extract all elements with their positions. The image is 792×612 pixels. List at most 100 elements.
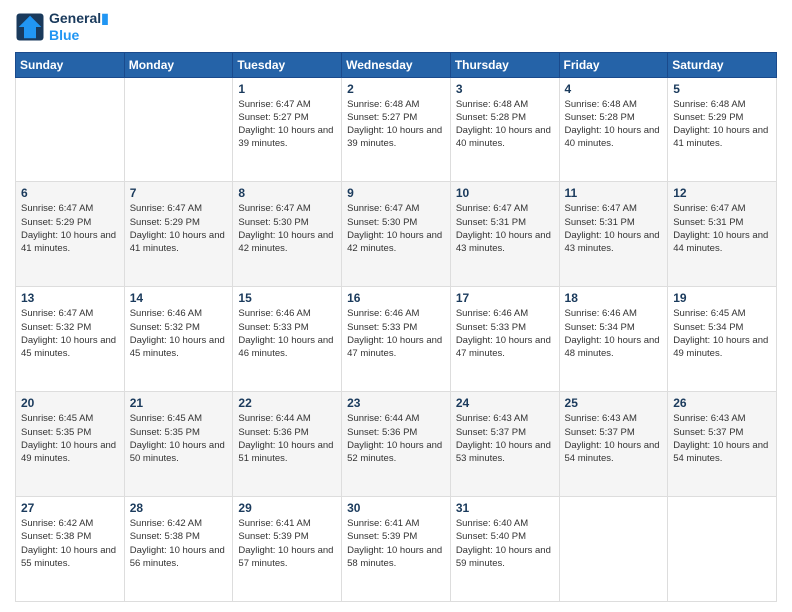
day-info: Sunrise: 6:47 AM Sunset: 5:31 PM Dayligh…	[456, 202, 554, 255]
day-info: Sunrise: 6:45 AM Sunset: 5:35 PM Dayligh…	[21, 412, 119, 465]
calendar-cell: 25Sunrise: 6:43 AM Sunset: 5:37 PM Dayli…	[559, 392, 668, 497]
calendar-cell: 5 Sunrise: 6:48 AM Sunset: 5:29 PM Daylig…	[668, 77, 777, 182]
day-info: Sunrise: 6:47 AM Sunset: 5:31 PM Dayligh…	[673, 202, 771, 255]
day-number: 7	[130, 186, 228, 200]
day-number: 5	[673, 82, 771, 96]
day-number: 4	[565, 82, 663, 96]
calendar-cell: 23Sunrise: 6:44 AM Sunset: 5:36 PM Dayli…	[342, 392, 451, 497]
day-info: Sunrise: 6:47 AM Sunset: 5:27 PM Dayligh…	[238, 98, 336, 151]
calendar-cell: 3 Sunrise: 6:48 AM Sunset: 5:28 PM Daylig…	[450, 77, 559, 182]
day-info: Sunrise: 6:45 AM Sunset: 5:35 PM Dayligh…	[130, 412, 228, 465]
calendar-cell: 2 Sunrise: 6:48 AM Sunset: 5:27 PM Daylig…	[342, 77, 451, 182]
day-number: 29	[238, 501, 336, 515]
day-number: 30	[347, 501, 445, 515]
col-header-friday: Friday	[559, 52, 668, 77]
day-info: Sunrise: 6:44 AM Sunset: 5:36 PM Dayligh…	[238, 412, 336, 465]
day-info: Sunrise: 6:43 AM Sunset: 5:37 PM Dayligh…	[673, 412, 771, 465]
calendar-cell: 8 Sunrise: 6:47 AM Sunset: 5:30 PM Daylig…	[233, 182, 342, 287]
day-info: Sunrise: 6:40 AM Sunset: 5:40 PM Dayligh…	[456, 517, 554, 570]
day-number: 11	[565, 186, 663, 200]
calendar-cell: 1 Sunrise: 6:47 AM Sunset: 5:27 PM Daylig…	[233, 77, 342, 182]
day-info: Sunrise: 6:48 AM Sunset: 5:28 PM Dayligh…	[565, 98, 663, 151]
day-info: Sunrise: 6:48 AM Sunset: 5:28 PM Dayligh…	[456, 98, 554, 151]
day-number: 24	[456, 396, 554, 410]
day-number: 14	[130, 291, 228, 305]
col-header-saturday: Saturday	[668, 52, 777, 77]
calendar-cell: 20 Sunrise: 6:45 AM Sunset: 5:35 PM Dayli…	[16, 392, 125, 497]
calendar-cell: 16 Sunrise: 6:46 AM Sunset: 5:33 PM Dayli…	[342, 287, 451, 392]
calendar-week-row: 1 Sunrise: 6:47 AM Sunset: 5:27 PM Daylig…	[16, 77, 777, 182]
calendar-cell: 15 Sunrise: 6:46 AM Sunset: 5:33 PM Dayli…	[233, 287, 342, 392]
day-number: 28	[130, 501, 228, 515]
calendar-week-row: 6 Sunrise: 6:47 AM Sunset: 5:29 PM Daylig…	[16, 182, 777, 287]
day-info: Sunrise: 6:41 AM Sunset: 5:39 PM Dayligh…	[347, 517, 445, 570]
calendar-week-row: 27 Sunrise: 6:42 AM Sunset: 5:38 PM Dayli…	[16, 497, 777, 602]
col-header-tuesday: Tuesday	[233, 52, 342, 77]
calendar-cell: 4 Sunrise: 6:48 AM Sunset: 5:28 PM Daylig…	[559, 77, 668, 182]
day-info: Sunrise: 6:47 AM Sunset: 5:30 PM Dayligh…	[238, 202, 336, 255]
calendar-cell: 19 Sunrise: 6:45 AM Sunset: 5:34 PM Dayli…	[668, 287, 777, 392]
day-number: 19	[673, 291, 771, 305]
day-info: Sunrise: 6:46 AM Sunset: 5:34 PM Dayligh…	[565, 307, 663, 360]
day-info: Sunrise: 6:42 AM Sunset: 5:38 PM Dayligh…	[130, 517, 228, 570]
day-info: Sunrise: 6:41 AM Sunset: 5:39 PM Dayligh…	[238, 517, 336, 570]
calendar-cell: 14 Sunrise: 6:46 AM Sunset: 5:32 PM Dayli…	[124, 287, 233, 392]
col-header-wednesday: Wednesday	[342, 52, 451, 77]
day-info: Sunrise: 6:48 AM Sunset: 5:29 PM Dayligh…	[673, 98, 771, 151]
day-number: 15	[238, 291, 336, 305]
day-number: 13	[21, 291, 119, 305]
day-number: 23	[347, 396, 445, 410]
calendar-cell: 7Sunrise: 6:47 AM Sunset: 5:29 PM Daylig…	[124, 182, 233, 287]
day-number: 8	[238, 186, 336, 200]
day-info: Sunrise: 6:45 AM Sunset: 5:34 PM Dayligh…	[673, 307, 771, 360]
logo: General▮ Blue	[15, 10, 109, 44]
day-number: 21	[130, 396, 228, 410]
calendar-cell	[16, 77, 125, 182]
calendar-cell: 6 Sunrise: 6:47 AM Sunset: 5:29 PM Daylig…	[16, 182, 125, 287]
day-info: Sunrise: 6:47 AM Sunset: 5:29 PM Dayligh…	[21, 202, 119, 255]
day-number: 3	[456, 82, 554, 96]
calendar-cell: 22 Sunrise: 6:44 AM Sunset: 5:36 PM Dayli…	[233, 392, 342, 497]
calendar-cell: 9 Sunrise: 6:47 AM Sunset: 5:30 PM Daylig…	[342, 182, 451, 287]
day-number: 22	[238, 396, 336, 410]
day-number: 27	[21, 501, 119, 515]
calendar-week-row: 20 Sunrise: 6:45 AM Sunset: 5:35 PM Dayli…	[16, 392, 777, 497]
day-info: Sunrise: 6:47 AM Sunset: 5:30 PM Dayligh…	[347, 202, 445, 255]
calendar-cell: 21 Sunrise: 6:45 AM Sunset: 5:35 PM Dayli…	[124, 392, 233, 497]
day-info: Sunrise: 6:47 AM Sunset: 5:32 PM Dayligh…	[21, 307, 119, 360]
day-info: Sunrise: 6:46 AM Sunset: 5:33 PM Dayligh…	[347, 307, 445, 360]
calendar-cell: 27Sunrise: 6:42 AM Sunset: 5:38 PM Dayli…	[16, 497, 125, 602]
day-number: 31	[456, 501, 554, 515]
day-number: 26	[673, 396, 771, 410]
day-number: 1	[238, 82, 336, 96]
day-info: Sunrise: 6:48 AM Sunset: 5:27 PM Dayligh…	[347, 98, 445, 151]
calendar-cell: 13 Sunrise: 6:47 AM Sunset: 5:32 PM Dayli…	[16, 287, 125, 392]
day-number: 9	[347, 186, 445, 200]
day-number: 2	[347, 82, 445, 96]
day-info: Sunrise: 6:47 AM Sunset: 5:31 PM Dayligh…	[565, 202, 663, 255]
calendar-cell: 10 Sunrise: 6:47 AM Sunset: 5:31 PM Dayli…	[450, 182, 559, 287]
day-number: 18	[565, 291, 663, 305]
day-number: 12	[673, 186, 771, 200]
calendar-cell: 30 Sunrise: 6:41 AM Sunset: 5:39 PM Dayli…	[342, 497, 451, 602]
calendar-cell	[668, 497, 777, 602]
calendar-cell: 29 Sunrise: 6:41 AM Sunset: 5:39 PM Dayli…	[233, 497, 342, 602]
day-number: 20	[21, 396, 119, 410]
calendar-cell	[124, 77, 233, 182]
day-number: 25	[565, 396, 663, 410]
day-number: 10	[456, 186, 554, 200]
logo-icon	[15, 12, 45, 42]
day-number: 16	[347, 291, 445, 305]
day-number: 17	[456, 291, 554, 305]
day-number: 6	[21, 186, 119, 200]
calendar-cell: 11 Sunrise: 6:47 AM Sunset: 5:31 PM Dayli…	[559, 182, 668, 287]
day-info: Sunrise: 6:43 AM Sunset: 5:37 PM Dayligh…	[456, 412, 554, 465]
calendar-cell: 31 Sunrise: 6:40 AM Sunset: 5:40 PM Dayli…	[450, 497, 559, 602]
day-info: Sunrise: 6:46 AM Sunset: 5:33 PM Dayligh…	[238, 307, 336, 360]
calendar-cell: 24 Sunrise: 6:43 AM Sunset: 5:37 PM Dayli…	[450, 392, 559, 497]
day-info: Sunrise: 6:46 AM Sunset: 5:32 PM Dayligh…	[130, 307, 228, 360]
calendar-table: SundayMondayTuesdayWednesdayThursdayFrid…	[15, 52, 777, 602]
col-header-thursday: Thursday	[450, 52, 559, 77]
page-header: General▮ Blue	[15, 10, 777, 44]
calendar-cell	[559, 497, 668, 602]
